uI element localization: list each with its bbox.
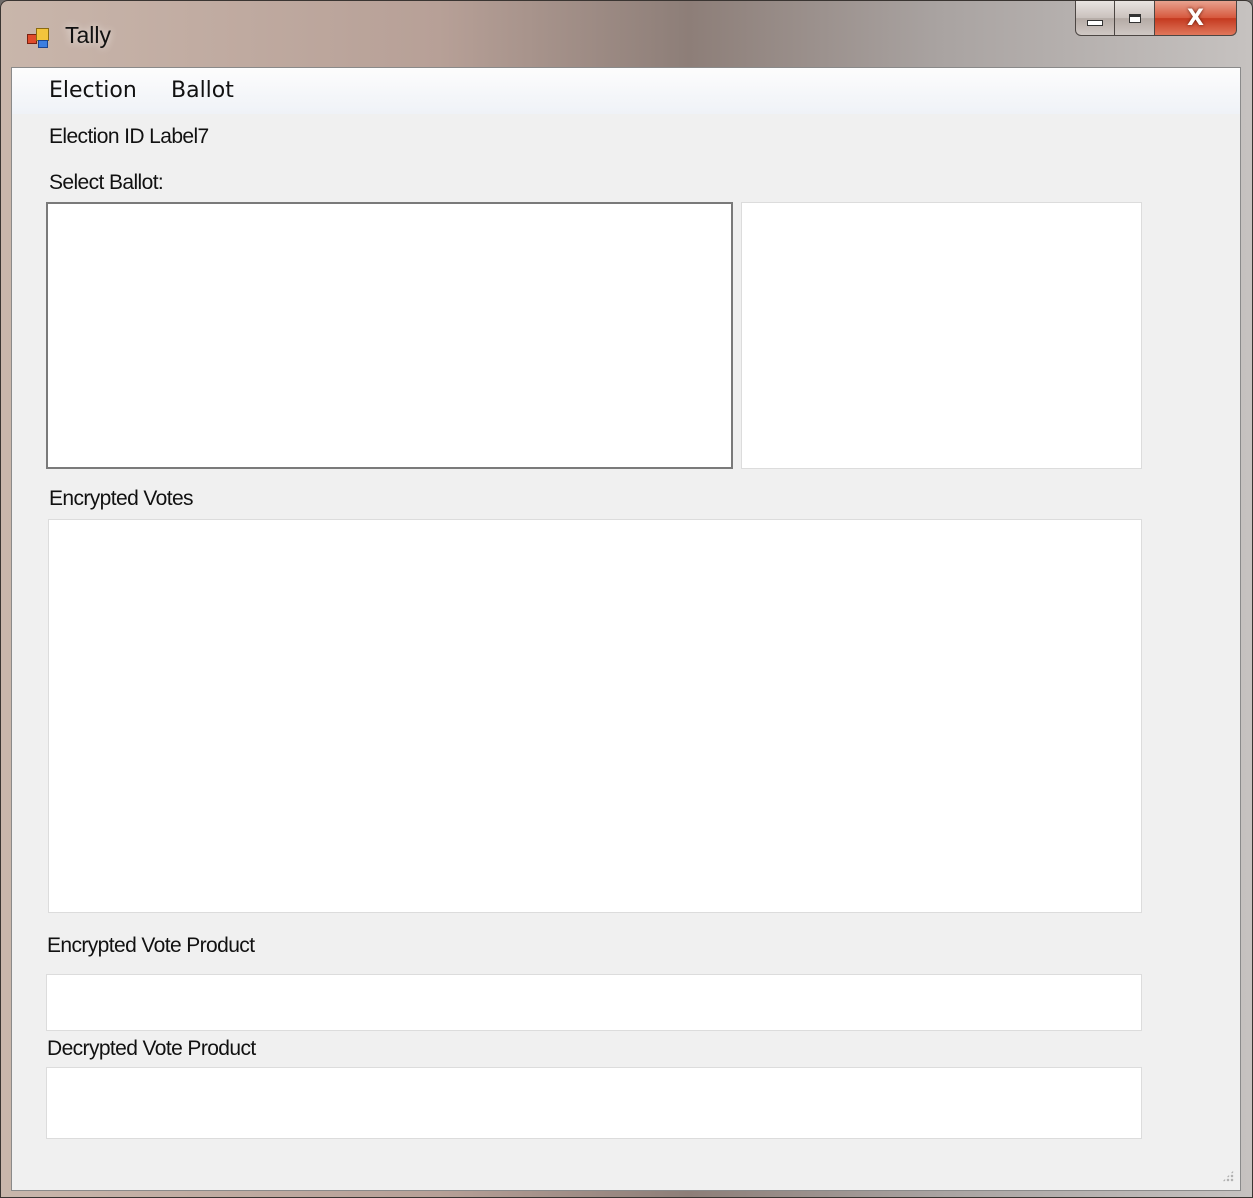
encrypted-votes-label: Encrypted Votes	[49, 487, 194, 510]
menu-ballot[interactable]: Ballot	[171, 78, 234, 103]
menu-bar: Election Ballot	[12, 68, 1240, 114]
app-icon	[27, 28, 49, 48]
decrypted-vote-product-label: Decrypted Vote Product	[47, 1037, 256, 1060]
election-id-label: Election ID Label7	[49, 125, 209, 148]
minimize-icon	[1087, 20, 1103, 26]
encrypted-vote-product-label: Encrypted Vote Product	[47, 934, 255, 957]
close-button[interactable]: X	[1155, 1, 1237, 36]
encrypted-votes-box[interactable]	[48, 519, 1142, 913]
decrypted-vote-product-field[interactable]	[46, 1067, 1142, 1139]
title-bar[interactable]: Tally X	[1, 1, 1252, 67]
encrypted-vote-product-field[interactable]	[46, 974, 1142, 1031]
close-icon: X	[1187, 5, 1204, 31]
maximize-icon	[1128, 13, 1141, 23]
form-client-area: Election Ballot Election ID Label7 Selec…	[11, 67, 1241, 1191]
window-title: Tally	[65, 22, 112, 48]
minimize-button[interactable]	[1075, 1, 1115, 36]
maximize-button[interactable]	[1115, 1, 1155, 36]
tally-window: Tally X Election Ballot Election ID Labe…	[0, 0, 1253, 1198]
caption-buttons: X	[1075, 1, 1237, 37]
menu-election[interactable]: Election	[49, 78, 137, 103]
select-ballot-label: Select Ballot:	[49, 171, 164, 194]
ballot-listbox[interactable]	[46, 202, 733, 469]
ballot-details-box[interactable]	[741, 202, 1142, 469]
resize-grip-icon[interactable]	[1222, 1170, 1234, 1182]
